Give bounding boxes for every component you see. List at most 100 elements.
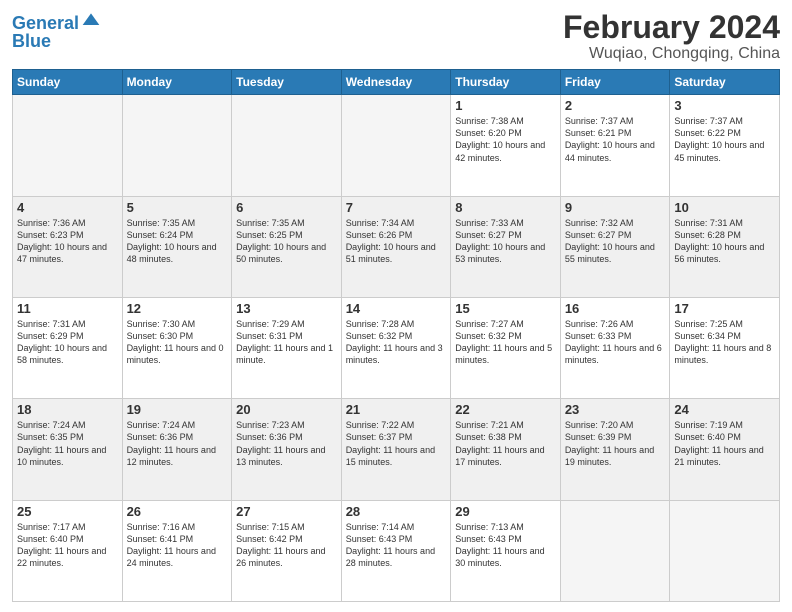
- day-number: 7: [346, 200, 447, 215]
- day-number: 28: [346, 504, 447, 519]
- day-info: Sunrise: 7:24 AM Sunset: 6:35 PM Dayligh…: [17, 419, 118, 468]
- day-number: 14: [346, 301, 447, 316]
- table-row: 12 Sunrise: 7:30 AM Sunset: 6:30 PM Dayli…: [122, 297, 232, 398]
- day-number: 25: [17, 504, 118, 519]
- table-row: 20 Sunrise: 7:23 AM Sunset: 6:36 PM Dayli…: [232, 399, 342, 500]
- calendar-row: 18 Sunrise: 7:24 AM Sunset: 6:35 PM Dayli…: [13, 399, 780, 500]
- day-info: Sunrise: 7:35 AM Sunset: 6:25 PM Dayligh…: [236, 217, 337, 266]
- day-info: Sunrise: 7:32 AM Sunset: 6:27 PM Dayligh…: [565, 217, 666, 266]
- day-info: Sunrise: 7:26 AM Sunset: 6:33 PM Dayligh…: [565, 318, 666, 367]
- table-row: 21Sunrise: 7:22 AM Sunset: 6:37 PM Dayli…: [341, 399, 451, 500]
- day-info: Sunrise: 7:17 AM Sunset: 6:40 PM Dayligh…: [17, 521, 118, 570]
- day-number: 11: [17, 301, 118, 316]
- page: General Blue February 2024 Wuqiao, Chong…: [0, 0, 792, 612]
- calendar-row: 11 Sunrise: 7:31 AM Sunset: 6:29 PM Dayli…: [13, 297, 780, 398]
- day-info: Sunrise: 7:27 AM Sunset: 6:32 PM Dayligh…: [455, 318, 556, 367]
- table-row: 15Sunrise: 7:27 AM Sunset: 6:32 PM Dayli…: [451, 297, 561, 398]
- day-info: Sunrise: 7:36 AM Sunset: 6:23 PM Dayligh…: [17, 217, 118, 266]
- header-saturday: Saturday: [670, 70, 780, 95]
- table-row: 27Sunrise: 7:15 AM Sunset: 6:42 PM Dayli…: [232, 500, 342, 601]
- header-tuesday: Tuesday: [232, 70, 342, 95]
- day-number: 23: [565, 402, 666, 417]
- logo-icon: [81, 10, 101, 30]
- day-number: 4: [17, 200, 118, 215]
- calendar-title: February 2024: [563, 10, 780, 45]
- calendar-subtitle: Wuqiao, Chongqing, China: [563, 45, 780, 63]
- day-info: Sunrise: 7:14 AM Sunset: 6:43 PM Dayligh…: [346, 521, 447, 570]
- header-wednesday: Wednesday: [341, 70, 451, 95]
- header-friday: Friday: [560, 70, 670, 95]
- day-number: 12: [127, 301, 228, 316]
- table-row: 23 Sunrise: 7:20 AM Sunset: 6:39 PM Dayli…: [560, 399, 670, 500]
- table-row: 26 Sunrise: 7:16 AM Sunset: 6:41 PM Dayli…: [122, 500, 232, 601]
- day-number: 6: [236, 200, 337, 215]
- table-row: 4 Sunrise: 7:36 AM Sunset: 6:23 PM Daylig…: [13, 196, 123, 297]
- day-number: 20: [236, 402, 337, 417]
- day-number: 18: [17, 402, 118, 417]
- table-row: 16 Sunrise: 7:26 AM Sunset: 6:33 PM Dayli…: [560, 297, 670, 398]
- table-row: 10 Sunrise: 7:31 AM Sunset: 6:28 PM Dayli…: [670, 196, 780, 297]
- day-number: 1: [455, 98, 556, 113]
- table-row: 8 Sunrise: 7:33 AM Sunset: 6:27 PM Daylig…: [451, 196, 561, 297]
- day-number: 10: [674, 200, 775, 215]
- day-info: Sunrise: 7:31 AM Sunset: 6:28 PM Dayligh…: [674, 217, 775, 266]
- day-info: Sunrise: 7:20 AM Sunset: 6:39 PM Dayligh…: [565, 419, 666, 468]
- header-thursday: Thursday: [451, 70, 561, 95]
- day-info: Sunrise: 7:33 AM Sunset: 6:27 PM Dayligh…: [455, 217, 556, 266]
- day-number: 3: [674, 98, 775, 113]
- day-number: 13: [236, 301, 337, 316]
- day-number: 2: [565, 98, 666, 113]
- day-number: 26: [127, 504, 228, 519]
- table-row: [122, 95, 232, 196]
- table-row: 28 Sunrise: 7:14 AM Sunset: 6:43 PM Dayli…: [341, 500, 451, 601]
- day-number: 24: [674, 402, 775, 417]
- logo-text-blue: Blue: [12, 32, 101, 52]
- calendar-row: 25 Sunrise: 7:17 AM Sunset: 6:40 PM Dayli…: [13, 500, 780, 601]
- table-row: 5 Sunrise: 7:35 AM Sunset: 6:24 PM Daylig…: [122, 196, 232, 297]
- logo: General Blue: [12, 14, 101, 52]
- calendar-row: 4 Sunrise: 7:36 AM Sunset: 6:23 PM Daylig…: [13, 196, 780, 297]
- header-monday: Monday: [122, 70, 232, 95]
- day-info: Sunrise: 7:16 AM Sunset: 6:41 PM Dayligh…: [127, 521, 228, 570]
- day-info: Sunrise: 7:13 AM Sunset: 6:43 PM Dayligh…: [455, 521, 556, 570]
- day-info: Sunrise: 7:28 AM Sunset: 6:32 PM Dayligh…: [346, 318, 447, 367]
- day-number: 27: [236, 504, 337, 519]
- table-row: 18 Sunrise: 7:24 AM Sunset: 6:35 PM Dayli…: [13, 399, 123, 500]
- table-row: 22Sunrise: 7:21 AM Sunset: 6:38 PM Dayli…: [451, 399, 561, 500]
- table-row: 7 Sunrise: 7:34 AM Sunset: 6:26 PM Daylig…: [341, 196, 451, 297]
- day-number: 22: [455, 402, 556, 417]
- calendar-row: 1 Sunrise: 7:38 AM Sunset: 6:20 PM Daylig…: [13, 95, 780, 196]
- day-number: 5: [127, 200, 228, 215]
- day-number: 16: [565, 301, 666, 316]
- table-row: 11 Sunrise: 7:31 AM Sunset: 6:29 PM Dayli…: [13, 297, 123, 398]
- day-number: 8: [455, 200, 556, 215]
- table-row: [670, 500, 780, 601]
- table-row: [560, 500, 670, 601]
- table-row: 17Sunrise: 7:25 AM Sunset: 6:34 PM Dayli…: [670, 297, 780, 398]
- day-info: Sunrise: 7:35 AM Sunset: 6:24 PM Dayligh…: [127, 217, 228, 266]
- day-number: 9: [565, 200, 666, 215]
- day-info: Sunrise: 7:31 AM Sunset: 6:29 PM Dayligh…: [17, 318, 118, 367]
- header: General Blue February 2024 Wuqiao, Chong…: [12, 10, 780, 63]
- table-row: 6 Sunrise: 7:35 AM Sunset: 6:25 PM Daylig…: [232, 196, 342, 297]
- table-row: 29 Sunrise: 7:13 AM Sunset: 6:43 PM Dayli…: [451, 500, 561, 601]
- table-row: [13, 95, 123, 196]
- table-row: 2 Sunrise: 7:37 AM Sunset: 6:21 PM Daylig…: [560, 95, 670, 196]
- day-info: Sunrise: 7:38 AM Sunset: 6:20 PM Dayligh…: [455, 115, 556, 164]
- day-info: Sunrise: 7:23 AM Sunset: 6:36 PM Dayligh…: [236, 419, 337, 468]
- table-row: 25 Sunrise: 7:17 AM Sunset: 6:40 PM Dayli…: [13, 500, 123, 601]
- day-info: Sunrise: 7:37 AM Sunset: 6:22 PM Dayligh…: [674, 115, 775, 164]
- day-info: Sunrise: 7:37 AM Sunset: 6:21 PM Dayligh…: [565, 115, 666, 164]
- day-info: Sunrise: 7:19 AM Sunset: 6:40 PM Dayligh…: [674, 419, 775, 468]
- day-info: Sunrise: 7:34 AM Sunset: 6:26 PM Dayligh…: [346, 217, 447, 266]
- table-row: [232, 95, 342, 196]
- day-info: Sunrise: 7:25 AM Sunset: 6:34 PM Dayligh…: [674, 318, 775, 367]
- day-number: 19: [127, 402, 228, 417]
- table-row: 9 Sunrise: 7:32 AM Sunset: 6:27 PM Daylig…: [560, 196, 670, 297]
- table-row: [341, 95, 451, 196]
- day-number: 29: [455, 504, 556, 519]
- day-number: 21: [346, 402, 447, 417]
- calendar-table: Sunday Monday Tuesday Wednesday Thursday…: [12, 69, 780, 602]
- table-row: 13Sunrise: 7:29 AM Sunset: 6:31 PM Dayli…: [232, 297, 342, 398]
- day-info: Sunrise: 7:30 AM Sunset: 6:30 PM Dayligh…: [127, 318, 228, 367]
